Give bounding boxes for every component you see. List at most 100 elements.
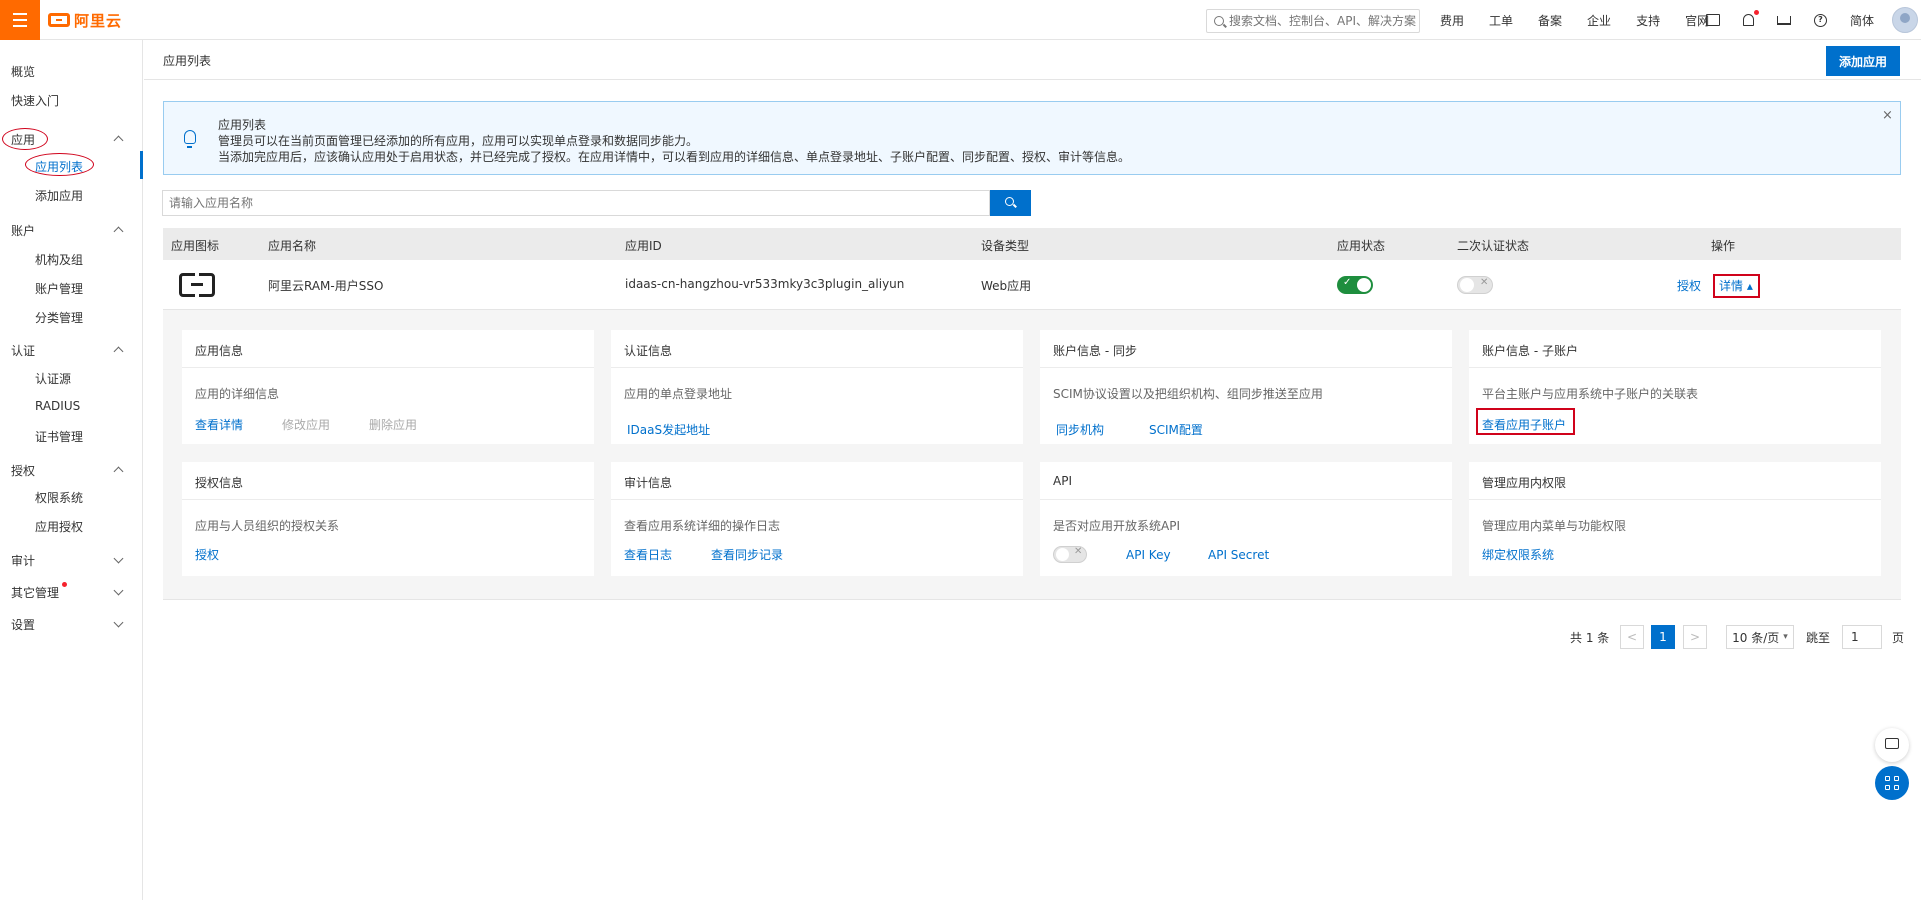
sidebar-group-other[interactable]: 其它管理 <box>11 584 59 601</box>
toggle-knob <box>1056 548 1069 561</box>
page-title: 应用列表 <box>163 54 212 68</box>
app-name: 阿里云RAM-用户SSO <box>268 279 384 293</box>
detail-panel: 应用信息 应用的详细信息 查看详情 修改应用 删除应用 认证信息 应用的单点登录… <box>163 310 1901 600</box>
divider <box>1040 367 1452 368</box>
close-icon[interactable]: × <box>1882 108 1893 123</box>
divider <box>182 499 594 500</box>
sidebar-item-overview[interactable]: 概览 <box>11 63 35 80</box>
toggle-knob <box>1460 278 1474 292</box>
bell-icon[interactable] <box>1743 10 1759 26</box>
page-unit-label: 页 <box>1892 631 1905 645</box>
card-title: 应用信息 <box>195 344 244 358</box>
column-header: 应用图标 <box>171 239 220 253</box>
table-header: 应用图标 应用名称 应用ID 设备类型 应用状态 二次认证状态 操作 <box>163 228 1901 260</box>
api-toggle[interactable]: ✕ <box>1053 546 1087 563</box>
sidebar-item-perm-system[interactable]: 权限系统 <box>35 489 83 506</box>
app-name-search-input[interactable] <box>162 190 990 216</box>
view-sync-records-link[interactable]: 查看同步记录 <box>711 546 783 563</box>
language-switch[interactable]: 简体 <box>1850 12 1874 29</box>
column-header: 应用状态 <box>1337 239 1386 253</box>
chevron-up-icon <box>113 346 124 357</box>
brand-logo[interactable]: 阿里云 <box>48 10 122 30</box>
app-logo-icon <box>179 272 215 298</box>
mfa-status-toggle[interactable]: ✕ <box>1457 276 1493 294</box>
lightbulb-icon <box>184 130 196 148</box>
bind-perm-system-link[interactable]: 绑定权限系统 <box>1482 546 1554 563</box>
sync-org-link[interactable]: 同步机构 <box>1056 421 1104 438</box>
add-app-button[interactable]: 添加应用 <box>1826 46 1900 76</box>
current-page-button[interactable]: 1 <box>1651 625 1675 649</box>
sidebar-group-settings[interactable]: 设置 <box>11 616 35 633</box>
jump-page-input[interactable]: 1 <box>1842 625 1882 649</box>
top-icons: ? 简体 <box>1706 0 1919 40</box>
divider <box>611 499 1023 500</box>
sidebar-group-authz[interactable]: 授权 <box>11 462 35 479</box>
top-link-billing[interactable]: 费用 <box>1440 12 1464 29</box>
top-link-filing[interactable]: 备案 <box>1538 12 1562 29</box>
cross-icon: ✕ <box>1074 546 1083 557</box>
card-account-sync: 账户信息 - 同步 SCIM协议设置以及把组织机构、组同步推送至应用 同步机构 … <box>1040 330 1452 444</box>
chevron-up-icon <box>113 135 124 146</box>
sidebar-item-account-mgmt[interactable]: 账户管理 <box>35 280 83 297</box>
global-search-input[interactable] <box>1229 14 1417 28</box>
next-page-button[interactable]: > <box>1683 625 1707 649</box>
sidebar-item-quickstart[interactable]: 快速入门 <box>11 92 59 109</box>
column-header: 设备类型 <box>981 239 1030 253</box>
sidebar-group-accounts[interactable]: 账户 <box>11 222 35 239</box>
avatar[interactable] <box>1892 7 1919 33</box>
authorize-link[interactable]: 授权 <box>1677 277 1701 294</box>
search-icon <box>1214 16 1224 26</box>
total-count: 共 1 条 <box>1570 631 1610 645</box>
global-search[interactable] <box>1206 9 1420 33</box>
help-icon[interactable]: ? <box>1814 13 1827 27</box>
sidebar-item-auth-source[interactable]: 认证源 <box>35 370 71 387</box>
top-bar: 阿里云 费用 工单 备案 企业 支持 官网 ? 简体 <box>0 0 1921 40</box>
divider <box>182 367 594 368</box>
sidebar-group-auth[interactable]: 认证 <box>11 342 35 359</box>
sidebar-item-category-mgmt[interactable]: 分类管理 <box>35 309 83 326</box>
message-icon[interactable] <box>1706 14 1720 26</box>
sidebar-group-audit[interactable]: 审计 <box>11 552 35 569</box>
authorize-link[interactable]: 授权 <box>195 546 219 563</box>
top-link-ticket[interactable]: 工单 <box>1489 12 1513 29</box>
idaas-sso-url-link[interactable]: IDaaS发起地址 <box>627 421 710 438</box>
app-status-toggle[interactable]: ✓ <box>1337 276 1373 294</box>
apps-button[interactable] <box>1875 766 1909 800</box>
chevron-up-icon <box>113 226 124 237</box>
table-row: 阿里云RAM-用户SSO idaas-cn-hangzhou-vr533mky3… <box>163 260 1901 310</box>
top-link-enterprise[interactable]: 企业 <box>1587 12 1611 29</box>
view-logs-link[interactable]: 查看日志 <box>624 546 672 563</box>
api-key-link[interactable]: API Key <box>1126 548 1171 562</box>
highlight-box <box>1476 408 1575 435</box>
api-secret-link[interactable]: API Secret <box>1208 548 1269 562</box>
card-title: 管理应用内权限 <box>1482 476 1567 490</box>
chevron-down-icon: ▾ <box>1783 632 1788 642</box>
sidebar: 概览 快速入门 应用 应用列表 添加应用 账户 机构及组 账户管理 分类管理 认… <box>0 40 143 900</box>
prev-page-button[interactable]: < <box>1620 625 1644 649</box>
menu-icon[interactable] <box>0 0 40 40</box>
chevron-down-icon <box>113 585 124 596</box>
page-size-select[interactable]: 10 条/页 ▾ <box>1726 625 1794 649</box>
card-desc: 应用的详细信息 <box>195 387 280 401</box>
search-button[interactable] <box>990 190 1031 216</box>
edit-app-link[interactable]: 修改应用 <box>282 416 330 433</box>
card-authz-info: 授权信息 应用与人员组织的授权关系 授权 <box>182 462 594 576</box>
sidebar-item-add-app[interactable]: 添加应用 <box>35 187 83 204</box>
sidebar-item-org[interactable]: 机构及组 <box>35 251 83 268</box>
cart-icon[interactable] <box>1777 15 1791 25</box>
chat-button[interactable] <box>1875 728 1909 762</box>
chevron-down-icon <box>113 617 124 628</box>
sidebar-item-app-authz[interactable]: 应用授权 <box>35 518 83 535</box>
card-app-permissions: 管理应用内权限 管理应用内菜单与功能权限 绑定权限系统 <box>1469 462 1881 576</box>
card-title: 授权信息 <box>195 476 244 490</box>
top-link-support[interactable]: 支持 <box>1636 12 1660 29</box>
card-app-info: 应用信息 应用的详细信息 查看详情 修改应用 删除应用 <box>182 330 594 444</box>
delete-app-link[interactable]: 删除应用 <box>369 416 417 433</box>
view-details-link[interactable]: 查看详情 <box>195 416 243 433</box>
top-links: 费用 工单 备案 企业 支持 官网 <box>1440 0 1734 40</box>
scim-config-link[interactable]: SCIM配置 <box>1149 421 1203 438</box>
active-indicator <box>140 151 143 179</box>
apps-icon <box>1894 776 1899 781</box>
sidebar-item-cert-mgmt[interactable]: 证书管理 <box>35 428 83 445</box>
sidebar-item-radius[interactable]: RADIUS <box>35 399 80 413</box>
